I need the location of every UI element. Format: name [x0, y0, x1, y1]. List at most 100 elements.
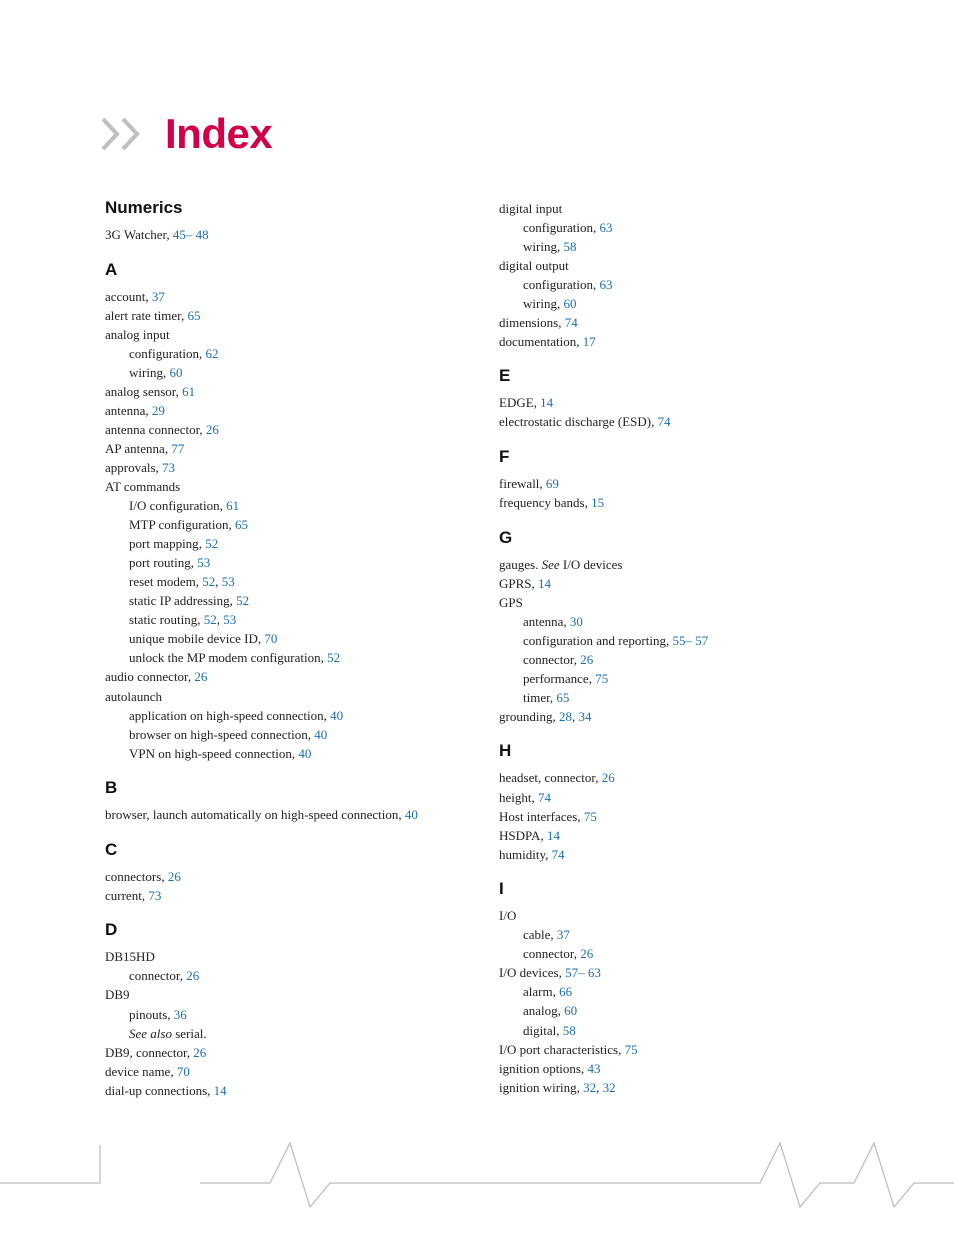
page-link[interactable]: 29 [152, 403, 165, 418]
entry-term: serial. [172, 1026, 207, 1041]
page-link[interactable]: 62 [206, 346, 219, 361]
page-link[interactable]: 74 [538, 790, 551, 805]
page-link[interactable]: 32 [603, 1080, 616, 1095]
index-subentry: cable, 37 [499, 926, 849, 944]
page-link[interactable]: 65 [556, 690, 569, 705]
index-subentry: connector, 26 [499, 945, 849, 963]
entry-term: connector [523, 946, 574, 961]
index-columns: Numerics 3G Watcher, 45– 48 A account, 3… [105, 198, 849, 1101]
page-link[interactable]: 17 [583, 334, 596, 349]
page-link[interactable]: 37 [557, 927, 570, 942]
page-link[interactable]: 14 [214, 1083, 227, 1098]
page-link[interactable]: 66 [559, 984, 572, 999]
page-link[interactable]: 26 [602, 770, 615, 785]
page-link[interactable]: 40 [330, 708, 343, 723]
page-link[interactable]: 60 [169, 365, 182, 380]
page-link[interactable]: 74 [658, 414, 671, 429]
page-link[interactable]: 52 [205, 536, 218, 551]
index-entry: I/O devices, 57– 63 [499, 964, 849, 982]
page-link[interactable]: 73 [162, 460, 175, 475]
page-link[interactable]: 36 [174, 1007, 187, 1022]
index-subentry: unlock the MP modem configuration, 52 [105, 649, 455, 667]
entry-term: ignition wiring [499, 1080, 577, 1095]
page-link[interactable]: 14 [547, 828, 560, 843]
page-link[interactable]: 58 [563, 239, 576, 254]
index-entry: DB15HD [105, 948, 455, 966]
index-subentry: See also serial. [105, 1025, 455, 1043]
page-link[interactable]: 26 [206, 422, 219, 437]
entry-term: analog [523, 1003, 558, 1018]
page-link[interactable]: 43 [587, 1061, 600, 1076]
page-link[interactable]: 26 [186, 968, 199, 983]
page-link[interactable]: 75 [625, 1042, 638, 1057]
page-link[interactable]: 40 [298, 746, 311, 761]
page-link[interactable]: 75 [584, 809, 597, 824]
page-link[interactable]: 14 [540, 395, 553, 410]
index-subentry: configuration and reporting, 55– 57 [499, 632, 849, 650]
page-link[interactable]: 53 [222, 574, 235, 589]
page-link[interactable]: 63 [600, 277, 613, 292]
index-entry: audio connector, 26 [105, 668, 455, 686]
page-link[interactable]: 65 [188, 308, 201, 323]
page-link[interactable]: 26 [168, 869, 181, 884]
page-link[interactable]: 53 [223, 612, 236, 627]
page-link[interactable]: 65 [235, 517, 248, 532]
page-link[interactable]: 32 [583, 1080, 596, 1095]
entry-term: AP antenna [105, 441, 165, 456]
page-link[interactable]: 26 [193, 1045, 206, 1060]
entry-term: dimensions [499, 315, 558, 330]
page-link[interactable]: 70 [264, 631, 277, 646]
index-entry: humidity, 74 [499, 846, 849, 864]
page-link[interactable]: 34 [578, 709, 591, 724]
index-entry: documentation, 17 [499, 333, 849, 351]
entry-term: configuration [129, 346, 199, 361]
page-link[interactable]: 26 [194, 669, 207, 684]
entry-term: application on high-speed connection [129, 708, 324, 723]
page-link[interactable]: 70 [177, 1064, 190, 1079]
page-link[interactable]: 55– 57 [672, 633, 708, 648]
entry-term: DB15HD [105, 949, 155, 964]
index-subentry: I/O configuration, 61 [105, 497, 455, 515]
chevron-right-icon [101, 117, 159, 151]
entry-term: analog input [105, 327, 170, 342]
page-link[interactable]: 28 [559, 709, 572, 724]
page-link[interactable]: 73 [148, 888, 161, 903]
page-link[interactable]: 74 [552, 847, 565, 862]
page-link[interactable]: 40 [314, 727, 327, 742]
entry-term: antenna [105, 403, 145, 418]
entry-term: headset, connector [499, 770, 595, 785]
page-link[interactable]: 58 [563, 1023, 576, 1038]
page-link[interactable]: 61 [226, 498, 239, 513]
page-link[interactable]: 52 [327, 650, 340, 665]
page-link[interactable]: 15 [591, 495, 604, 510]
page-link[interactable]: 14 [538, 576, 551, 591]
section-heading: Numerics [105, 198, 455, 218]
index-entry: approvals, 73 [105, 459, 455, 477]
entry-term: unlock the MP modem configuration [129, 650, 321, 665]
page-link[interactable]: 60 [563, 296, 576, 311]
decorative-waveform-icon [0, 1135, 954, 1215]
entry-term: alert rate timer [105, 308, 181, 323]
page-link[interactable]: 69 [546, 476, 559, 491]
page-link[interactable]: 45– 48 [173, 227, 209, 242]
page-link[interactable]: 63 [600, 220, 613, 235]
page-link[interactable]: 26 [580, 652, 593, 667]
page-link[interactable]: 60 [564, 1003, 577, 1018]
page-link[interactable]: 26 [580, 946, 593, 961]
page-link[interactable]: 77 [171, 441, 184, 456]
page-link[interactable]: 37 [152, 289, 165, 304]
entry-term: humidity [499, 847, 545, 862]
page-link[interactable]: 40 [405, 807, 418, 822]
page-link[interactable]: 30 [570, 614, 583, 629]
page-link[interactable]: 57– 63 [565, 965, 601, 980]
page-link[interactable]: 52 [236, 593, 249, 608]
entry-term: audio connector [105, 669, 188, 684]
entry-term: electrostatic discharge (ESD) [499, 414, 651, 429]
page-link[interactable]: 61 [182, 384, 195, 399]
page-link[interactable]: 75 [595, 671, 608, 686]
page-link[interactable]: 52 [204, 612, 217, 627]
page-link[interactable]: 74 [565, 315, 578, 330]
column-left: Numerics 3G Watcher, 45– 48 A account, 3… [105, 198, 455, 1101]
page-link[interactable]: 52 [202, 574, 215, 589]
page-link[interactable]: 53 [197, 555, 210, 570]
